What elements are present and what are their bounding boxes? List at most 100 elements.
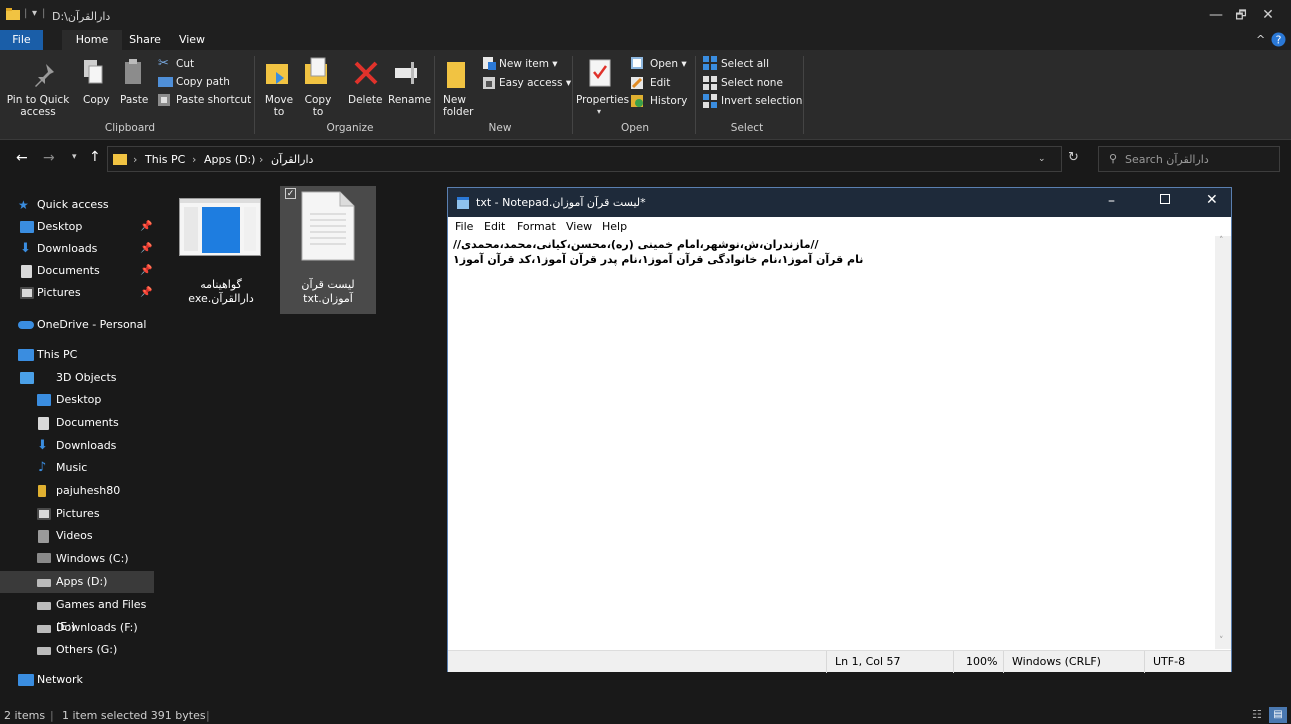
refresh-icon[interactable]: ↻ [1068,150,1079,165]
file-item-selected[interactable]: ✓ لیست قرآن آموزان.txt [280,186,376,314]
address-input[interactable]: › This PC › Apps (D:) › دارالقرآن ⌄ [107,146,1062,172]
scroll-up-icon[interactable]: ˄ [1219,236,1224,246]
easy-access-button[interactable]: Easy access ▾ [499,77,571,89]
back-arrow-icon[interactable]: ← [16,150,28,166]
sidebar-item-pc-documents[interactable]: Documents [0,412,154,434]
ribbon-tabs: File Home Share View ^ ? [0,30,1291,50]
sidebar-item-videos[interactable]: Videos [0,525,154,547]
copy-to-icon [305,57,327,84]
menu-format[interactable]: Format [517,220,556,233]
sidebar-item-pc-pictures[interactable]: Pictures [0,503,154,525]
tab-share[interactable]: Share [122,30,168,50]
sidebar-item-onedrive[interactable]: OneDrive - Personal [0,314,154,336]
sidebar-item-downloads-f[interactable]: Downloads (F:) [0,617,154,639]
history-button[interactable]: History [650,95,687,107]
ribbon-collapse-icon[interactable]: ^ [1256,33,1265,46]
delete-button[interactable]: Delete [348,94,383,106]
pin-to-quick-access-button[interactable]: Pin to Quick access [3,94,73,118]
sidebar-item-label: This PC [37,348,78,361]
pinned-icon: 📌 [140,287,153,298]
new-item-button[interactable]: New item ▾ [499,58,558,70]
move-to-button[interactable]: Move to [264,94,294,118]
paste-shortcut-icon [158,94,170,106]
breadcrumb-apps-d[interactable]: Apps (D:) [204,153,255,166]
address-bar-row: ← → ▾ ↑ › This PC › Apps (D:) › دارالقرآ… [0,140,1291,176]
ribbon: Pin to Quick access Copy Paste ✂ Cut Cop… [0,50,1291,140]
up-arrow-icon[interactable]: ↑ [89,149,101,165]
file-name-line2: آموزان.txt [303,292,353,305]
drive-icon [37,647,51,655]
sidebar-item-documents[interactable]: Documents 📌 [0,260,154,282]
sidebar-item-network[interactable]: Network [0,669,154,691]
sidebar-item-quick-access[interactable]: ★ Quick access [0,194,154,216]
rename-button[interactable]: Rename [388,94,431,106]
svg-text:?: ? [1276,34,1282,47]
menu-edit[interactable]: Edit [484,220,505,233]
new-folder-button[interactable]: New folder [443,94,473,118]
sidebar-item-downloads[interactable]: ⬇ Downloads 📌 [0,238,154,260]
pinned-icon: 📌 [140,243,153,254]
forward-arrow-icon[interactable]: → [43,150,55,166]
quick-toolbar-dropdown-icon[interactable]: ▾ [32,8,37,19]
sidebar-item-music[interactable]: ♪ Music [0,457,154,479]
details-view-icon[interactable]: ☷ [1252,708,1262,721]
paste-button[interactable]: Paste [120,94,148,106]
status-divider: | [206,709,210,722]
copy-path-button[interactable]: Copy path [176,76,230,88]
file-item[interactable]: گواهینامه دارالقرآن.exe [173,186,269,314]
select-none-button[interactable]: Select none [721,77,783,89]
cut-button[interactable]: Cut [176,58,194,70]
sidebar-item-games-e[interactable]: Games and Files (E:) [0,594,154,633]
file-name-line2: دارالقرآن.exe [188,292,254,305]
sidebar-item-pc-downloads[interactable]: ⬇ Downloads [0,435,154,457]
tab-file[interactable]: File [0,30,43,50]
file-name: گواهینامه دارالقرآن.exe [173,278,269,306]
edit-button[interactable]: Edit [650,77,670,89]
notepad-close-button[interactable]: ✕ [1206,192,1218,208]
delete-icon [354,61,378,85]
breadcrumb-separator: › [259,153,264,166]
notepad-maximize-button[interactable] [1160,194,1170,204]
search-placeholder: Search دارالقرآن [1125,153,1209,166]
large-icons-view-icon[interactable]: ▤ [1269,707,1287,723]
close-button[interactable]: ✕ [1245,4,1291,26]
tab-view[interactable]: View [172,30,212,50]
open-button[interactable]: Open ▾ [650,58,687,70]
title-bar: | ▾ | D:\دارالقرآن — 🗗 ✕ [0,0,1291,30]
notepad-text-area[interactable]: //مازندران،ش،نوشهر،امام خمینی (ره)،محسن،… [452,236,1214,649]
invert-selection-button[interactable]: Invert selection [721,95,802,107]
sidebar-item-desktop[interactable]: Desktop 📌 [0,216,154,238]
breadcrumb-this-pc[interactable]: This PC [145,153,185,166]
breadcrumb-current-folder[interactable]: دارالقرآن [271,153,313,166]
menu-view[interactable]: View [566,220,592,233]
address-dropdown-icon[interactable]: ⌄ [1038,154,1046,164]
sidebar-item-apps-d[interactable]: Apps (D:) [0,571,154,593]
notepad-minimize-button[interactable]: – [1108,193,1115,209]
download-arrow-icon: ⬇ [20,241,31,256]
help-icon[interactable]: ? [1271,32,1286,47]
notepad-vertical-scrollbar[interactable]: ˄ ˅ [1215,236,1231,649]
sidebar-item-windows-c[interactable]: Windows (C:) [0,548,154,570]
selection-checkbox[interactable]: ✓ [285,188,296,199]
sidebar-item-3d-objects[interactable]: 3D Objects [0,367,154,389]
menu-file[interactable]: File [455,220,473,233]
sidebar-item-this-pc[interactable]: This PC [0,344,154,366]
sidebar-item-pajuhesh80[interactable]: pajuhesh80 [0,480,154,502]
copy-button[interactable]: Copy [83,94,110,106]
folder-icon [113,154,127,165]
sidebar-item-label: Apps (D:) [56,575,108,588]
properties-dropdown-icon[interactable]: ▾ [597,107,601,116]
properties-button[interactable]: Properties [576,94,629,106]
search-input[interactable]: ⚲ Search دارالقرآن [1098,146,1280,172]
menu-help[interactable]: Help [602,220,627,233]
sidebar-item-pc-desktop[interactable]: Desktop [0,389,154,411]
sidebar-item-pictures[interactable]: Pictures 📌 [0,282,154,304]
tab-home[interactable]: Home [62,30,122,50]
recent-locations-icon[interactable]: ▾ [72,152,77,162]
select-all-button[interactable]: Select all [721,58,769,70]
sidebar-item-label: 3D Objects [56,371,117,384]
scroll-down-icon[interactable]: ˅ [1219,636,1224,646]
sidebar-item-others-g[interactable]: Others (G:) [0,639,154,661]
paste-shortcut-button[interactable]: Paste shortcut [176,94,251,106]
copy-to-button[interactable]: Copy to [304,94,332,118]
